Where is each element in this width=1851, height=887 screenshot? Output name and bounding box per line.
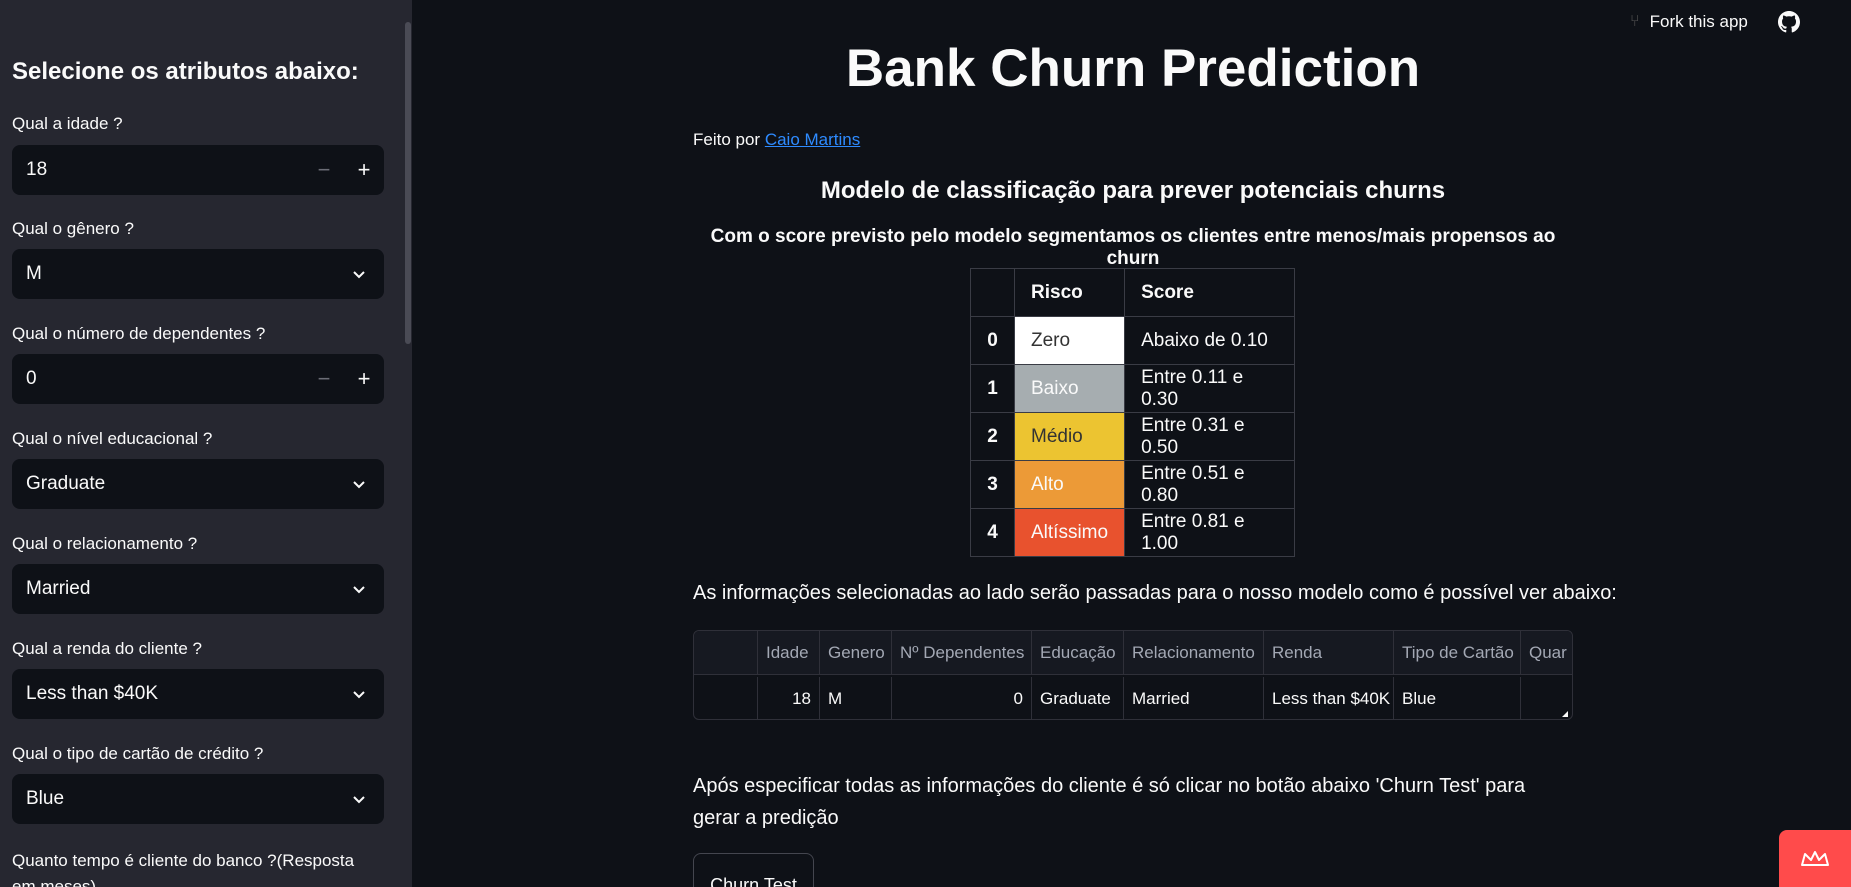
sidebar: Selecione os atributos abaixo: Qual a id… [0,0,412,887]
risk-score-range: Abaixo de 0.10 [1124,316,1296,365]
dataframe-column-header[interactable]: Nº Dependentes [892,631,1032,675]
relationship-label: Qual o relacionamento ? [12,534,198,553]
author-link[interactable]: Caio Martins [765,130,860,149]
dataframe-column-header[interactable]: Educação [1032,631,1124,675]
risk-level: Médio [1013,412,1126,461]
github-icon[interactable] [1778,11,1800,33]
risk-level: Zero [1013,316,1126,365]
dataframe-column-header[interactable]: Idade [758,631,820,675]
dataframe-cell[interactable]: 18 [758,677,820,719]
resize-handle[interactable] [1562,711,1568,717]
table-row: 4 Altíssimo Entre 0.81 e 1.00 [970,508,1296,557]
input-dataframe[interactable]: Idade Genero Nº Dependentes Educação Relacio… [693,630,1573,720]
churn-test-button[interactable]: Churn Test [693,853,814,887]
dataframe-column-header[interactable]: Tipo de Cartão [1394,631,1521,675]
dependents-increment-button[interactable]: + [344,354,384,404]
risk-table-header-score: Score [1124,268,1296,317]
dependents-label: Qual o número de dependentes ? [12,324,266,343]
gender-label: Qual o gênero ? [12,219,134,238]
table-row[interactable]: 18 M 0 Graduate Married Less than $40K Blue [694,677,1572,719]
sidebar-scrollbar[interactable] [405,22,411,344]
page-title: Bank Churn Prediction [845,39,1421,98]
education-select[interactable]: Graduate [12,459,384,509]
table-row: 0 Zero Abaixo de 0.10 [970,316,1296,365]
risk-table-header-index [970,268,1015,317]
card-type-label: Qual o tipo de cartão de crédito ? [12,744,264,763]
dataframe-cell[interactable]: Married [1124,677,1264,719]
education-label: Qual o nível educacional ? [12,429,213,448]
chevron-down-icon[interactable] [334,459,384,509]
risk-score-range: Entre 0.31 e 0.50 [1124,412,1296,461]
dataframe-column-header[interactable]: Renda [1264,631,1394,675]
income-select[interactable]: Less than $40K [12,669,384,719]
relationship-value: Married [26,578,91,599]
relationship-select[interactable]: Married [12,564,384,614]
age-label: Qual a idade ? [12,114,123,133]
byline-prefix: Feito por [693,130,761,149]
crown-icon [1801,850,1829,866]
age-value[interactable]: 18 [26,159,304,181]
table-row: 1 Baixo Entre 0.11 e 0.30 [970,364,1296,413]
dependents-stepper[interactable]: 0 − + [12,354,384,404]
dataframe-cell[interactable]: Less than $40K [1264,677,1394,719]
card-type-value: Blue [26,788,65,809]
subtitle-description: Com o score previsto pelo modelo segment… [710,226,1556,269]
sidebar-heading: Selecione os atributos abaixo: [12,58,359,85]
risk-score-range: Entre 0.51 e 0.80 [1124,460,1296,509]
instruction-text: Após especificar todas as informações do… [693,775,1526,829]
risk-index: 1 [970,364,1015,413]
gender-value: M [26,263,42,284]
risk-table-header-risk: Risco [1013,268,1126,317]
risk-score-table: Risco Score 0 Zero Abaixo de 0.10 1 Baixo Ent… [970,268,1296,557]
subtitle: Modelo de classificação para prever pote… [820,177,1446,204]
dataframe-cell[interactable]: Blue [1394,677,1521,719]
income-label: Qual a renda do cliente ? [12,639,202,658]
dataframe-cell[interactable]: 0 [892,677,1032,719]
dataframe-column-header[interactable] [694,631,758,675]
risk-score-range: Entre 0.11 e 0.30 [1124,364,1296,413]
age-increment-button[interactable]: + [344,145,384,195]
dependents-value[interactable]: 0 [26,368,304,390]
gender-select[interactable]: M [12,249,384,299]
risk-level: Altíssimo [1013,508,1126,557]
chevron-down-icon[interactable] [334,564,384,614]
dataframe-cell[interactable] [694,677,758,719]
chevron-down-icon[interactable] [334,249,384,299]
card-type-select[interactable]: Blue [12,774,384,824]
table-row: 3 Alto Entre 0.51 e 0.80 [970,460,1296,509]
dataframe-column-header[interactable]: Quar [1521,631,1572,675]
info-text: As informações selecionadas ao lado serã… [693,582,1617,604]
risk-score-range: Entre 0.81 e 1.00 [1124,508,1296,557]
dataframe-cell[interactable]: M [820,677,892,719]
age-stepper[interactable]: 18 − + [12,145,384,195]
chevron-down-icon[interactable] [334,774,384,824]
fork-icon: ⑂ [1630,13,1640,30]
education-value: Graduate [26,473,106,494]
income-value: Less than $40K [26,683,159,704]
fork-app-button[interactable]: ⑂ Fork this app [1630,12,1748,32]
dataframe-cell[interactable]: Graduate [1032,677,1124,719]
fork-app-label: Fork this app [1649,12,1748,31]
risk-index: 3 [970,460,1015,509]
risk-table-header: Risco Score [970,268,1296,317]
age-decrement-button[interactable]: − [304,145,344,195]
tenure-label: Quanto tempo é cliente do banco ?(Respos… [12,851,355,887]
dataframe-column-header[interactable]: Genero [820,631,892,675]
dependents-decrement-button[interactable]: − [304,354,344,404]
dataframe-header: Idade Genero Nº Dependentes Educação Relacio… [694,631,1572,675]
table-row: 2 Médio Entre 0.31 e 0.50 [970,412,1296,461]
streamlit-badge[interactable] [1779,830,1851,887]
risk-index: 4 [970,508,1015,557]
dataframe-column-header[interactable]: Relacionamento [1124,631,1264,675]
risk-level: Baixo [1013,364,1126,413]
risk-level: Alto [1013,460,1126,509]
risk-index: 2 [970,412,1015,461]
risk-index: 0 [970,316,1015,365]
byline: Feito por Caio Martins [693,130,860,150]
chevron-down-icon[interactable] [334,669,384,719]
